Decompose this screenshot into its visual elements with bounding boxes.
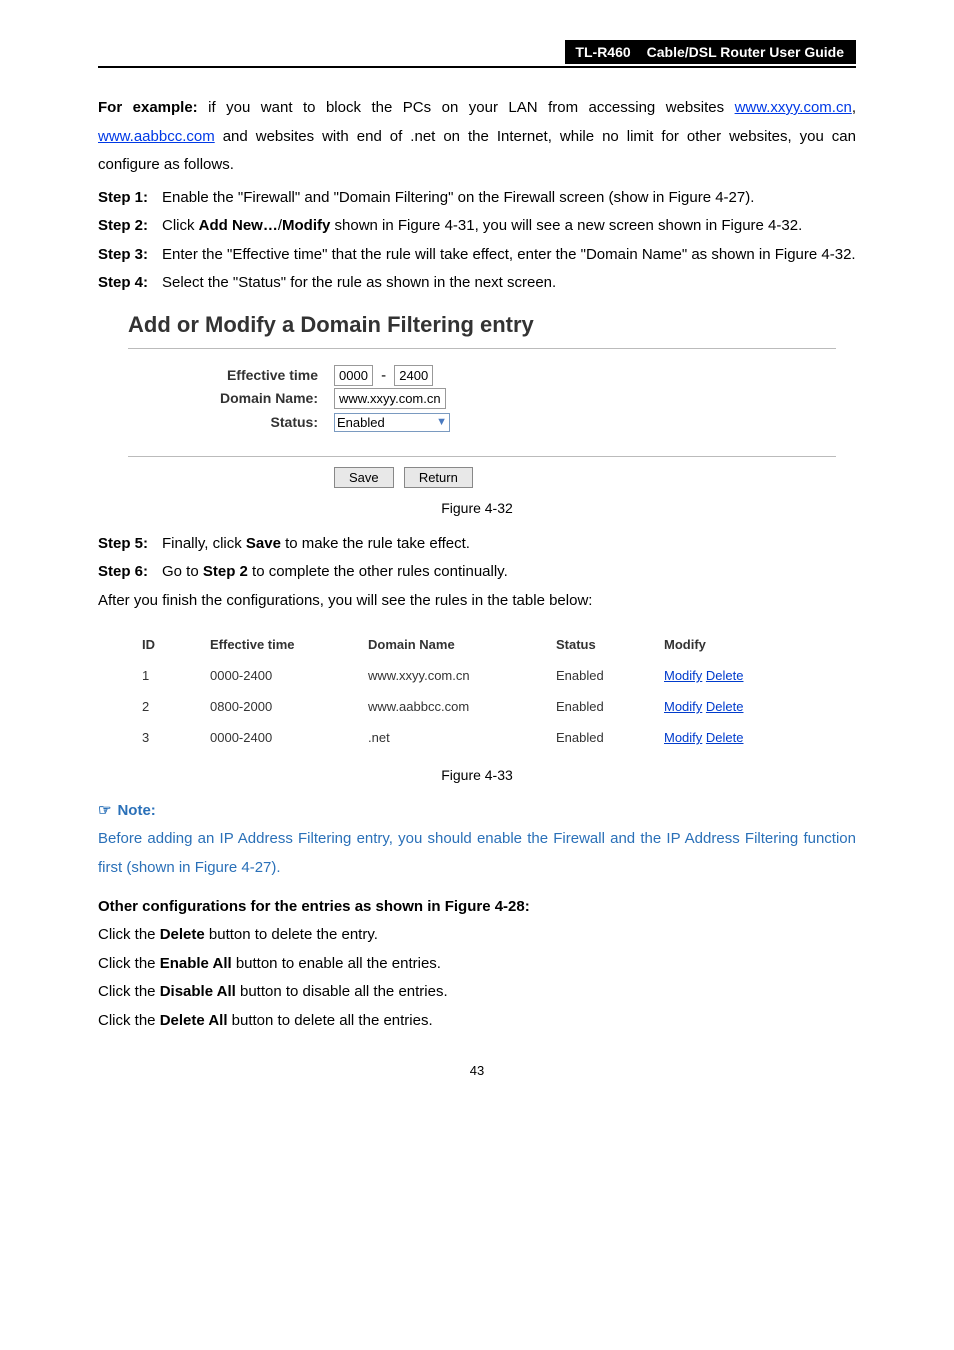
label-status: Status: <box>128 414 334 430</box>
figure-form-title: Add or Modify a Domain Filtering entry <box>128 312 856 338</box>
other-line-4: Click the Delete All button to delete al… <box>98 1007 856 1036</box>
step-1-body: Enable the "Firewall" and "Domain Filter… <box>162 184 856 213</box>
doc-header: TL-R460 Cable/DSL Router User Guide <box>98 40 856 68</box>
note-title: Note: <box>117 802 155 819</box>
modify-link[interactable]: Modify <box>664 730 702 745</box>
save-button[interactable]: Save <box>334 467 394 488</box>
status-select[interactable]: Enabled ▼ <box>334 413 450 432</box>
step-3-label: Step 3: <box>98 241 162 270</box>
modify-link[interactable]: Modify <box>664 699 702 714</box>
step-5-label: Step 5: <box>98 530 162 559</box>
th-modify: Modify <box>660 629 836 660</box>
step-4-body: Select the "Status" for the rule as show… <box>162 269 856 298</box>
th-effective-time: Effective time <box>206 629 364 660</box>
th-domain-name: Domain Name <box>364 629 552 660</box>
th-id: ID <box>138 629 206 660</box>
table-row: 1 0000-2400 www.xxyy.com.cn Enabled Modi… <box>138 660 836 691</box>
figure-4-33: ID Effective time Domain Name Status Mod… <box>138 629 836 753</box>
note-header: ☞ Note: <box>98 801 856 819</box>
page-number: 43 <box>98 1063 856 1078</box>
doc-title: Cable/DSL Router User Guide <box>641 40 856 64</box>
label-effective-time: Effective time <box>128 367 334 383</box>
label-domain-name: Domain Name: <box>128 390 334 406</box>
delete-link[interactable]: Delete <box>706 699 744 714</box>
link-aabbcc[interactable]: www.aabbcc.com <box>98 128 215 145</box>
domain-name-input[interactable]: www.xxyy.com.cn <box>334 388 446 409</box>
steps-block-1: Step 1: Enable the "Firewall" and "Domai… <box>98 184 856 298</box>
dash-separator: - <box>381 367 386 384</box>
status-select-value: Enabled <box>337 415 385 430</box>
step-4-label: Step 4: <box>98 269 162 298</box>
table-header-row: ID Effective time Domain Name Status Mod… <box>138 629 836 660</box>
intro-paragraph: For example: if you want to block the PC… <box>98 94 856 180</box>
other-config-title: Other configurations for the entries as … <box>98 898 856 915</box>
other-line-2: Click the Enable All button to enable al… <box>98 950 856 979</box>
step-2-label: Step 2: <box>98 212 162 241</box>
table-row: 3 0000-2400 .net Enabled Modify Delete <box>138 722 836 753</box>
step-2-body: Click Add New…/Modify shown in Figure 4-… <box>162 212 856 241</box>
th-status: Status <box>552 629 660 660</box>
step-1-label: Step 1: <box>98 184 162 213</box>
note-body: Before adding an IP Address Filtering en… <box>98 825 856 882</box>
chevron-down-icon: ▼ <box>436 416 447 428</box>
effective-time-end-input[interactable]: 2400 <box>394 365 433 386</box>
delete-link[interactable]: Delete <box>706 668 744 683</box>
step-3-body: Enter the "Effective time" that the rule… <box>162 241 856 270</box>
figure-4-33-caption: Figure 4-33 <box>98 767 856 783</box>
step-6-label: Step 6: <box>98 558 162 587</box>
delete-link[interactable]: Delete <box>706 730 744 745</box>
modify-link[interactable]: Modify <box>664 668 702 683</box>
return-button[interactable]: Return <box>404 467 473 488</box>
effective-time-start-input[interactable]: 0000 <box>334 365 373 386</box>
figure-4-32: Effective time 0000 - 2400 Domain Name: … <box>128 348 836 486</box>
step-6-body: Go to Step 2 to complete the other rules… <box>162 558 856 587</box>
other-line-1: Click the Delete button to delete the en… <box>98 921 856 950</box>
after-line: After you finish the configurations, you… <box>98 587 856 616</box>
figure-4-32-caption: Figure 4-32 <box>98 500 856 516</box>
steps-block-2: Step 5: Finally, click Save to make the … <box>98 530 856 587</box>
other-line-3: Click the Disable All button to disable … <box>98 978 856 1007</box>
model-label: TL-R460 <box>565 40 640 64</box>
table-row: 2 0800-2000 www.aabbcc.com Enabled Modif… <box>138 691 836 722</box>
pointer-icon: ☞ <box>98 801 111 819</box>
intro-lead: For example: <box>98 99 198 116</box>
step-5-body: Finally, click Save to make the rule tak… <box>162 530 856 559</box>
link-xxyy[interactable]: www.xxyy.com.cn <box>735 99 852 116</box>
